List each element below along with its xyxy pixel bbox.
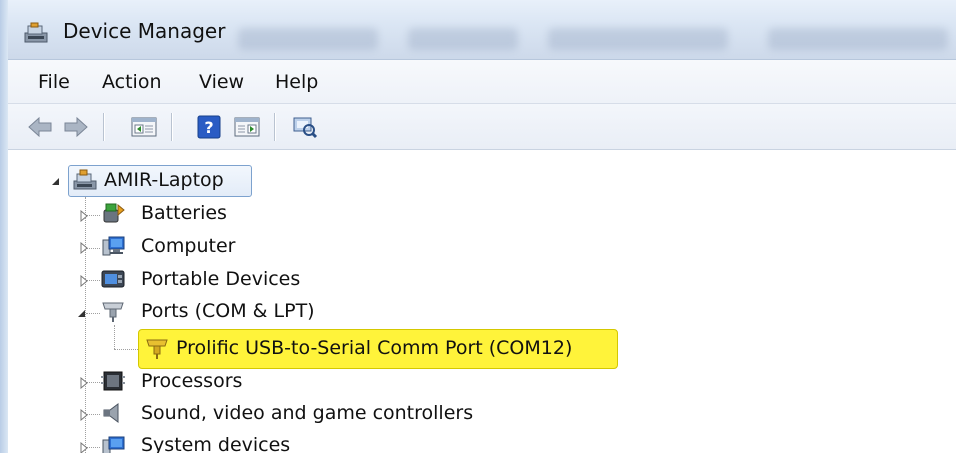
tree-item-sound-video-game[interactable]: Sound, video and game controllers [141, 402, 473, 424]
system-devices-icon [102, 436, 125, 453]
collapse-arrow-icon[interactable] [50, 176, 62, 188]
window-left-border [0, 0, 8, 453]
menu-action[interactable]: Action [102, 71, 162, 93]
toolbar: ? [8, 104, 956, 150]
expand-arrow-icon[interactable] [78, 210, 90, 222]
device-manager-window: Device Manager File Action View Help ? A… [0, 0, 956, 453]
tree-item-system-devices[interactable]: System devices [141, 434, 290, 453]
expand-arrow-icon[interactable] [78, 409, 90, 421]
menu-view[interactable]: View [199, 71, 244, 93]
tree-connector-line [114, 325, 115, 349]
window-title: Device Manager [63, 19, 226, 43]
toolbar-separator [171, 113, 172, 141]
toolbar-separator [103, 113, 104, 141]
collapse-arrow-icon[interactable] [76, 308, 88, 320]
svg-text:?: ? [204, 118, 213, 137]
scan-hardware-changes-icon[interactable] [291, 114, 319, 140]
tree-item-batteries[interactable]: Batteries [141, 202, 227, 224]
tree-item-portable-devices[interactable]: Portable Devices [141, 268, 300, 290]
computer-icon [102, 236, 125, 256]
menu-file[interactable]: File [38, 71, 70, 93]
port-connector-icon [102, 302, 124, 322]
tree-item-ports[interactable]: Ports (COM & LPT) [141, 300, 315, 322]
toolbar-separator [274, 113, 275, 141]
forward-arrow-icon[interactable] [62, 114, 90, 140]
serial-port-icon [146, 339, 168, 359]
title-bar[interactable]: Device Manager [8, 0, 956, 60]
tree-item-prolific-usb-serial[interactable]: Prolific USB-to-Serial Comm Port (COM12) [176, 337, 572, 359]
device-tree: AMIR-Laptop Batteries Computer Portable … [8, 150, 956, 453]
expand-arrow-icon[interactable] [78, 275, 90, 287]
show-hide-console-tree-icon[interactable] [130, 114, 158, 140]
speaker-icon [103, 403, 119, 423]
tree-connector-line [86, 313, 100, 314]
blurred-title-area [548, 28, 728, 50]
portable-device-icon [101, 270, 125, 288]
menu-bar: File Action View Help [8, 60, 956, 104]
expand-arrow-icon[interactable] [78, 442, 90, 453]
expand-arrow-icon[interactable] [78, 377, 90, 389]
battery-icon [103, 203, 125, 223]
back-arrow-icon[interactable] [26, 114, 54, 140]
help-icon[interactable]: ? [195, 114, 223, 140]
blurred-title-area [238, 28, 378, 50]
tree-item-computer[interactable]: Computer [141, 235, 235, 257]
blurred-title-area [768, 28, 948, 50]
device-manager-icon [24, 22, 48, 43]
expand-arrow-icon[interactable] [78, 242, 90, 254]
processor-chip-icon [101, 371, 125, 391]
show-action-pane-icon[interactable] [233, 114, 261, 140]
tree-root-label[interactable]: AMIR-Laptop [104, 169, 224, 191]
computer-tree-root-icon [73, 169, 97, 190]
blurred-title-area [408, 28, 518, 50]
tree-item-processors[interactable]: Processors [141, 370, 242, 392]
menu-help[interactable]: Help [275, 71, 318, 93]
